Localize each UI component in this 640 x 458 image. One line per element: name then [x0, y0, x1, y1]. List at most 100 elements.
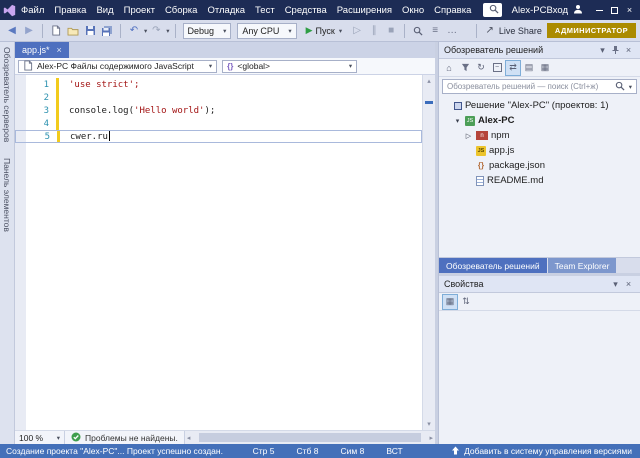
- server-explorer-tab[interactable]: Обозреватель серверов: [2, 47, 12, 142]
- sync-icon[interactable]: ⇄: [506, 61, 520, 75]
- home-icon[interactable]: ⌂: [442, 61, 456, 75]
- zoom-dropdown[interactable]: 100 % ▾: [15, 431, 65, 444]
- code-editor[interactable]: 1'use strict';23console.log('Hello world…: [15, 75, 422, 430]
- close-icon[interactable]: ×: [622, 44, 635, 57]
- tree-expander-icon[interactable]: ▾: [453, 117, 462, 125]
- tree-row[interactable]: {}package.json: [439, 158, 640, 173]
- solution-explorer-header[interactable]: Обозреватель решений ▾×: [439, 42, 640, 59]
- editor-vertical-scrollbar[interactable]: ▴ ▾: [422, 75, 435, 430]
- properties-content: [439, 311, 640, 444]
- more-options-icon[interactable]: …: [444, 23, 460, 39]
- new-project-icon[interactable]: [48, 23, 64, 39]
- save-icon[interactable]: [82, 23, 98, 39]
- menu-item-7[interactable]: Средства: [280, 0, 332, 20]
- code-health-indicator[interactable]: Проблемы не найдены.: [65, 431, 185, 444]
- document-tab-appjs[interactable]: app.js* ×: [15, 42, 69, 58]
- properties-header[interactable]: Свойства ▾×: [439, 276, 640, 293]
- collapse-all-icon[interactable]: −: [490, 61, 504, 75]
- toolbox-tab[interactable]: Панель элементов: [2, 158, 12, 232]
- tree-row[interactable]: ▷nnpm: [439, 128, 640, 143]
- categorized-icon[interactable]: ▦: [443, 295, 457, 309]
- menu-item-4[interactable]: Сборка: [160, 0, 203, 20]
- refresh-icon[interactable]: ↻: [474, 61, 488, 75]
- tree-row[interactable]: ▾JSAlex-PC: [439, 113, 640, 128]
- panel-title: Свойства: [444, 279, 607, 289]
- menu-item-10[interactable]: Справка: [429, 0, 476, 20]
- open-file-icon[interactable]: [65, 23, 81, 39]
- save-all-icon[interactable]: [99, 23, 115, 39]
- menu-item-1[interactable]: Правка: [49, 0, 91, 20]
- start-debugging-button[interactable]: ▶ Пуск ▾: [301, 23, 348, 39]
- quick-search-box[interactable]: [483, 3, 501, 17]
- window-controls: ×: [592, 0, 637, 20]
- redo-icon[interactable]: ↷: [148, 23, 164, 39]
- scroll-left-icon[interactable]: ◂: [187, 434, 191, 442]
- properties-panel: Свойства ▾× ▦⇅: [439, 276, 640, 444]
- back-icon[interactable]: ◀: [4, 23, 20, 39]
- search-icon: [615, 81, 625, 93]
- maximize-button[interactable]: [607, 0, 622, 20]
- close-button[interactable]: ×: [622, 0, 637, 20]
- user-icon[interactable]: [573, 4, 583, 17]
- minimize-button[interactable]: [592, 0, 607, 20]
- change-tracking-bar: [56, 117, 59, 130]
- code-line-3[interactable]: 3console.log('Hello world');: [15, 104, 422, 117]
- menu-item-6[interactable]: Тест: [250, 0, 280, 20]
- project-scope-dropdown[interactable]: Alex-PC Файлы содержимого JavaScript ▾: [18, 60, 217, 73]
- pin-icon[interactable]: [609, 44, 622, 57]
- stop-icon[interactable]: ■: [383, 23, 399, 39]
- break-all-icon[interactable]: ∥: [366, 23, 382, 39]
- member-scope-value: <global>: [237, 61, 270, 71]
- insert-mode-indicator[interactable]: ВСТ: [375, 446, 413, 456]
- live-share-icon[interactable]: ↗: [485, 25, 493, 36]
- scroll-down-icon[interactable]: ▾: [427, 419, 431, 429]
- start-without-debug-icon[interactable]: ▷: [349, 23, 365, 39]
- menu-item-5[interactable]: Отладка: [202, 0, 250, 20]
- tree-row[interactable]: JSapp.js: [439, 143, 640, 158]
- platform-dropdown[interactable]: Any CPU ▾: [237, 23, 296, 39]
- undo-icon[interactable]: ↶: [126, 23, 142, 39]
- code-line-4[interactable]: 4: [15, 117, 422, 130]
- preview-icon[interactable]: ▤: [522, 61, 536, 75]
- list-icon[interactable]: ≡: [427, 23, 443, 39]
- right-panel: Обозреватель решений ▾× ⌂↻−⇄▤▦ Обозреват…: [438, 42, 640, 444]
- member-scope-dropdown[interactable]: {} <global> ▾: [222, 60, 357, 73]
- show-all-files-icon[interactable]: ▦: [538, 61, 552, 75]
- code-line-2[interactable]: 2: [15, 91, 422, 104]
- scroll-right-icon[interactable]: ▸: [429, 434, 433, 442]
- find-in-files-icon[interactable]: [410, 23, 426, 39]
- play-icon: ▶: [306, 25, 313, 36]
- live-share-label[interactable]: Live Share: [499, 26, 542, 36]
- debug-configuration-dropdown[interactable]: Debug ▾: [183, 23, 232, 39]
- tab-close-icon[interactable]: ×: [57, 45, 62, 55]
- scrollbar-thumb[interactable]: [199, 433, 421, 442]
- code-line-5[interactable]: 5cwer.ru: [15, 130, 422, 143]
- tab-team-explorer[interactable]: Team Explorer: [548, 258, 617, 273]
- code-line-1[interactable]: 1'use strict';: [15, 78, 422, 91]
- menu-item-8[interactable]: Расширения: [332, 0, 397, 20]
- filter-icon[interactable]: [458, 61, 472, 75]
- menu-item-2[interactable]: Вид: [91, 0, 118, 20]
- tab-solution-explorer[interactable]: Обозреватель решений: [439, 258, 547, 273]
- document-tab-strip: app.js* ×: [15, 42, 435, 58]
- line-indicator[interactable]: Стр 5: [242, 446, 286, 456]
- solution-explorer-search[interactable]: Обозреватель решений — поиск (Ctrl+ж) ▾: [442, 79, 637, 94]
- editor-horizontal-scrollbar[interactable]: ◂ ▸: [185, 431, 435, 444]
- column-indicator[interactable]: Стб 8: [285, 446, 329, 456]
- chevron-down-icon[interactable]: ▾: [609, 278, 622, 291]
- tree-row[interactable]: README.md: [439, 173, 640, 188]
- tree-row[interactable]: Решение "Alex-PC" (проектов: 1): [439, 98, 640, 113]
- char-indicator[interactable]: Сим 8: [329, 446, 375, 456]
- chevron-down-icon[interactable]: ▾: [596, 44, 609, 57]
- close-icon[interactable]: ×: [622, 278, 635, 291]
- menu-item-9[interactable]: Окно: [397, 0, 429, 20]
- file-icon: [23, 60, 33, 73]
- tree-expander-icon[interactable]: ▷: [464, 132, 473, 140]
- forward-icon[interactable]: ▶: [21, 23, 37, 39]
- sign-in-link[interactable]: Вход: [547, 5, 569, 16]
- alphabetical-icon[interactable]: ⇅: [459, 295, 473, 309]
- scroll-up-icon[interactable]: ▴: [427, 76, 431, 86]
- menu-item-3[interactable]: Проект: [119, 0, 160, 20]
- menu-item-0[interactable]: Файл: [16, 0, 49, 20]
- add-to-source-control-button[interactable]: Добавить в систему управления версиями: [451, 446, 634, 457]
